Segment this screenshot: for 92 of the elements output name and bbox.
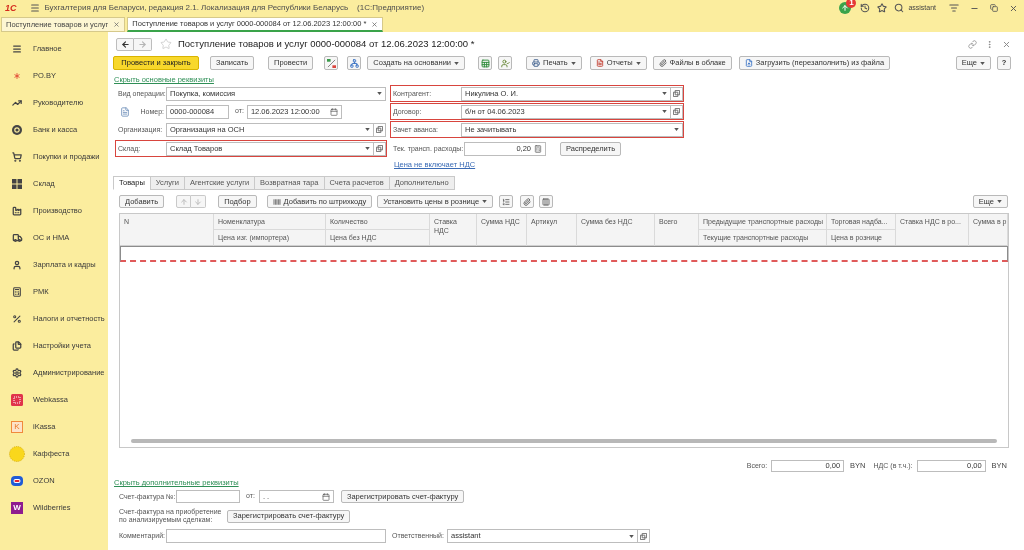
caret-icon [980, 61, 985, 65]
up-arrow-icon [841, 4, 850, 12]
asterisk-icon [12, 70, 22, 81]
invoice-number-field[interactable] [176, 490, 240, 503]
document-icon [595, 59, 604, 67]
notification-badge: 1 [846, 0, 857, 8]
letter-logo: W [11, 501, 23, 514]
caret-icon [570, 61, 576, 65]
back-button[interactable] [116, 37, 134, 51]
coin-icon [12, 124, 22, 135]
oval-logo-icon [11, 475, 23, 486]
caret-icon [377, 92, 382, 95]
paperclip-icon [658, 59, 667, 67]
star-icon[interactable] [877, 3, 888, 13]
caret-icon [662, 92, 667, 95]
person-check-icon [500, 58, 510, 68]
paperclip-icon [523, 197, 532, 206]
horizontal-scrollbar[interactable] [131, 439, 997, 443]
printer-icon [532, 59, 541, 67]
favorite-star-icon[interactable] [160, 38, 172, 50]
percent-icon [12, 313, 22, 324]
forward-arrow-icon [138, 39, 147, 49]
attach-button[interactable] [520, 195, 535, 208]
app-logo: 1С [5, 3, 17, 13]
structure-button[interactable] [347, 56, 362, 70]
history-icon[interactable] [860, 3, 871, 13]
settings-icon [12, 367, 22, 378]
caret-icon [365, 128, 370, 131]
caret-icon [629, 534, 634, 538]
debit-credit-button[interactable] [324, 56, 339, 70]
person-icon [12, 259, 22, 270]
calendar-icon [329, 107, 338, 116]
close-icon[interactable] [113, 21, 121, 28]
more-icon[interactable] [985, 39, 994, 49]
columns-icon [542, 197, 551, 206]
file-upload-icon [744, 59, 753, 67]
menu-lines-icon[interactable] [949, 3, 959, 13]
spreadsheet-button[interactable] [478, 56, 493, 70]
arrow-down-icon [194, 197, 203, 206]
open-form-icon [673, 90, 680, 97]
caret-icon [482, 200, 488, 203]
diagonal-tiles-icon [326, 58, 336, 68]
open-button[interactable] [671, 104, 683, 119]
menu-icon[interactable] [29, 3, 40, 13]
arrow-up-icon [179, 197, 188, 206]
cart-icon [12, 151, 22, 162]
barcode-icon [272, 197, 281, 206]
dotted-circle-icon [9, 445, 25, 462]
letter-logo: K [11, 420, 23, 433]
close-icon[interactable] [371, 20, 379, 28]
open-button[interactable] [671, 86, 683, 101]
open-form-icon [376, 126, 383, 133]
calculator-icon [12, 286, 22, 297]
caret-icon [635, 61, 641, 65]
caret-icon [997, 200, 1002, 203]
window-title: Бухгалтерия для Беларуси, редакция 2.1. Локализация для Республики Беларусь [44, 2, 349, 14]
trend-chart-icon [12, 97, 22, 108]
calculator-icon [534, 144, 542, 153]
lines-icon [12, 43, 22, 54]
factory-icon [12, 205, 22, 216]
open-form-icon [640, 532, 647, 540]
close-icon[interactable] [1009, 3, 1018, 13]
caret-icon [674, 128, 679, 131]
search-icon[interactable] [894, 3, 905, 13]
open-form-icon [376, 145, 383, 152]
platform-label: (1С:Предприятие) [357, 2, 425, 14]
truck-icon [11, 232, 23, 243]
restore-icon[interactable] [990, 4, 998, 12]
hierarchy-icon [349, 58, 359, 68]
caret-icon [454, 61, 460, 65]
list-icon [502, 197, 511, 206]
document-icon[interactable] [120, 106, 130, 117]
caret-icon [365, 147, 370, 150]
columns-button[interactable] [539, 195, 554, 208]
table-row[interactable] [120, 246, 1008, 262]
comment-field[interactable] [166, 529, 386, 543]
spreadsheet-icon [480, 58, 490, 68]
document-title: Поступление товаров и услуг 0000-000084 от 12.06.2023 12:00:00 * [178, 36, 475, 51]
open-button[interactable] [374, 141, 386, 156]
list-button[interactable] [499, 195, 514, 208]
calendar-icon [321, 492, 330, 501]
close-icon[interactable] [1002, 39, 1011, 49]
caret-icon [662, 110, 667, 113]
pattern-tile-icon [11, 393, 23, 406]
link-icon[interactable] [968, 39, 977, 49]
grid-icon [12, 178, 22, 189]
documents-icon [12, 340, 22, 351]
open-form-icon [673, 108, 680, 115]
back-arrow-icon [120, 39, 130, 49]
open-button[interactable] [374, 122, 386, 137]
person-button[interactable] [498, 56, 513, 70]
open-button[interactable] [638, 529, 650, 543]
